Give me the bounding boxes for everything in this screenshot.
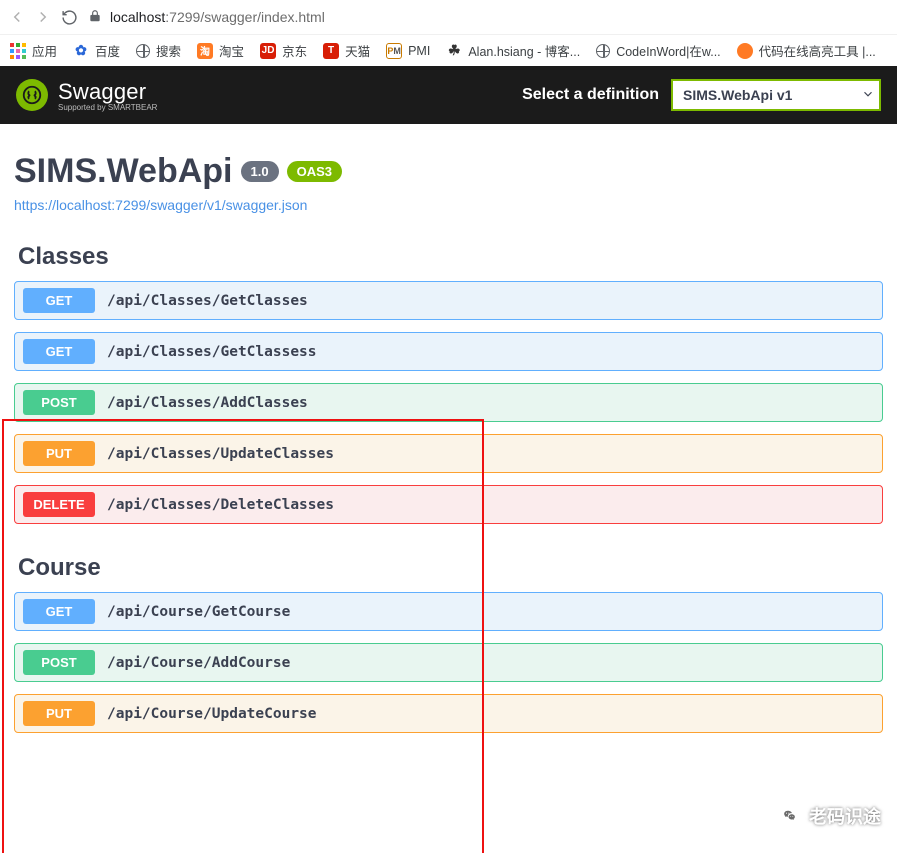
url: localhost:7299/swagger/index.html [110,9,325,25]
select-definition-label: Select a definition [522,86,659,104]
operation-row[interactable]: GET/api/Course/GetCourse [14,592,883,631]
operations-container: ClassesGET/api/Classes/GetClassesGET/api… [14,243,883,733]
tag-header[interactable]: Classes [18,243,883,271]
api-title: SIMS.WebApi [14,152,233,191]
bookmark-label: 百度 [95,41,120,60]
back-icon[interactable] [8,8,26,26]
url-host: localhost [110,9,165,25]
bookmark-item[interactable]: 应用 [10,41,57,60]
operation-row[interactable]: PUT/api/Course/UpdateCourse [14,694,883,733]
browser-toolbar: localhost:7299/swagger/index.html [0,0,897,34]
address-bar[interactable]: localhost:7299/swagger/index.html [86,5,889,30]
url-port: :7299 [165,9,200,25]
watermark: 老码识途 [779,803,881,829]
bookmark-item[interactable]: T天猫 [323,41,370,60]
bookmark-label: 淘宝 [219,41,244,60]
swagger-main: SIMS.WebApi 1.0 OAS3 https://localhost:7… [0,124,897,759]
brand-text: Swagger [58,79,157,105]
method-badge: GET [23,288,95,313]
method-badge: POST [23,650,95,675]
operation-row[interactable]: POST/api/Classes/AddClasses [14,383,883,422]
tag-header[interactable]: Course [18,554,883,582]
operation-row[interactable]: GET/api/Classes/GetClasses [14,281,883,320]
operation-row[interactable]: DELETE/api/Classes/DeleteClasses [14,485,883,524]
brand-subtext: Supported by SMARTBEAR [58,103,157,112]
operation-path: /api/Classes/GetClasses [107,293,308,309]
bookmark-item[interactable]: CodeInWord|在w... [596,41,720,60]
forward-icon[interactable] [34,8,52,26]
bookmark-item[interactable]: 搜索 [136,41,181,60]
operation-path: /api/Course/UpdateCourse [107,706,317,722]
method-badge: PUT [23,701,95,726]
bookmark-label: 京东 [282,41,307,60]
wechat-icon [779,805,801,827]
method-badge: GET [23,339,95,364]
watermark-text: 老码识途 [809,803,881,829]
operation-path: /api/Course/GetCourse [107,604,290,620]
bookmark-label: CodeInWord|在w... [616,41,720,60]
bookmark-label: 应用 [32,41,57,60]
url-path: /swagger/index.html [200,9,325,25]
reload-icon[interactable] [60,8,78,26]
bookmark-item[interactable]: ✿百度 [73,41,120,60]
operation-row[interactable]: PUT/api/Classes/UpdateClasses [14,434,883,473]
bookmark-item[interactable]: JD京东 [260,41,307,60]
operation-path: /api/Classes/DeleteClasses [107,497,334,513]
bookmark-item[interactable]: 代码在线高亮工具 |... [737,41,876,60]
operation-row[interactable]: GET/api/Classes/GetClassess [14,332,883,371]
bookmark-label: 天猫 [345,41,370,60]
spec-url-link[interactable]: https://localhost:7299/swagger/v1/swagge… [14,197,307,213]
definition-select[interactable]: SIMS.WebApi v1 [671,79,881,111]
bookmark-label: Alan.hsiang - 博客... [468,41,580,60]
lock-icon [88,9,102,26]
bookmark-label: PMI [408,44,430,58]
bookmark-item[interactable]: 淘淘宝 [197,41,244,60]
operation-path: /api/Classes/UpdateClasses [107,446,334,462]
method-badge: DELETE [23,492,95,517]
swagger-topbar: Swagger Supported by SMARTBEAR Select a … [0,66,897,124]
method-badge: PUT [23,441,95,466]
swagger-logo-icon [16,79,48,111]
bookmark-label: 代码在线高亮工具 |... [759,41,876,60]
bookmark-item[interactable]: ☘Alan.hsiang - 博客... [446,41,580,60]
operation-row[interactable]: POST/api/Course/AddCourse [14,643,883,682]
method-badge: POST [23,390,95,415]
version-badge: 1.0 [241,161,279,182]
swagger-logo: Swagger Supported by SMARTBEAR [16,79,157,112]
bookmarks-bar: 应用 ✿百度 搜索淘淘宝 JD京东 T天猫 PMPMI ☘Alan.hsiang - 博客.… [0,34,897,66]
operation-path: /api/Classes/GetClassess [107,344,317,360]
bookmark-label: 搜索 [156,41,181,60]
oas-badge: OAS3 [287,161,342,182]
method-badge: GET [23,599,95,624]
bookmark-item[interactable]: PMPMI [386,43,430,59]
operation-path: /api/Course/AddCourse [107,655,290,671]
operation-path: /api/Classes/AddClasses [107,395,308,411]
